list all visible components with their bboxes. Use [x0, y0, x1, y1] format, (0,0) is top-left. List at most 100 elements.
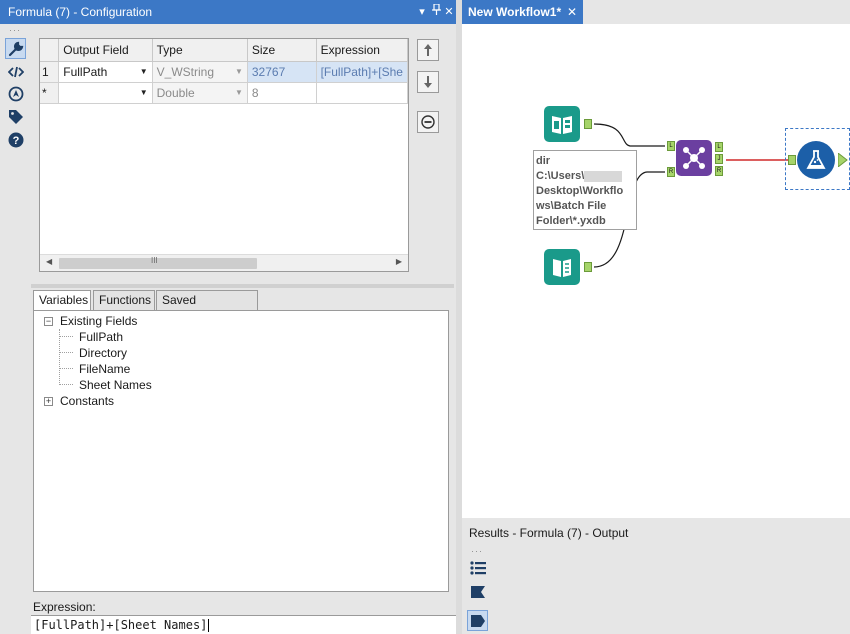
- table-row[interactable]: 1 FullPath ▼ V_WString ▼ 32767 [FullPath]+…: [40, 61, 408, 83]
- join-tool[interactable]: [676, 140, 712, 176]
- tab-variables[interactable]: Variables: [33, 290, 91, 311]
- tag-icon[interactable]: [5, 106, 26, 127]
- join-left-output-anchor[interactable]: L: [715, 142, 723, 152]
- xml-code-icon[interactable]: [5, 61, 26, 82]
- row-number-header: [40, 39, 60, 62]
- tree-item-filename[interactable]: FileName: [79, 361, 130, 377]
- scroll-left-icon[interactable]: ◀: [46, 257, 52, 266]
- join-right-input-anchor[interactable]: R: [667, 167, 675, 177]
- output-anchor[interactable]: [584, 262, 592, 272]
- type-cell[interactable]: Double ▼: [152, 82, 248, 104]
- tree-connector: [59, 329, 60, 385]
- formula-grid: Output Field Type Size Expression 1 Full…: [39, 38, 409, 272]
- formula-tool[interactable]: [797, 141, 835, 179]
- formula-table: Output Field Type Size Expression 1 Full…: [40, 39, 408, 104]
- annotation-line: dir: [536, 155, 551, 167]
- delete-row-button[interactable]: [417, 111, 439, 133]
- expression-cell[interactable]: [FullPath]+[She: [316, 61, 408, 83]
- tree-connector: [59, 384, 73, 385]
- chevron-down-icon[interactable]: ▼: [140, 67, 148, 76]
- variables-tree: − Existing Fields FullPath Directory Fil…: [33, 310, 449, 592]
- workflow-canvas[interactable]: L R L J R dir C:\Users\ Desktop\Workflo …: [462, 24, 850, 518]
- tree-item-sheet-names[interactable]: Sheet Names: [79, 377, 152, 393]
- scrollbar-thumb[interactable]: III: [59, 256, 257, 269]
- output-field-value: FullPath: [63, 64, 108, 79]
- close-icon[interactable]: ✕: [567, 0, 577, 24]
- workflow-tab-title: New Workflow1*: [468, 5, 562, 19]
- chevron-down-icon[interactable]: ▼: [140, 88, 148, 97]
- formula-input-anchor[interactable]: [788, 155, 796, 165]
- scroll-right-icon[interactable]: ▶: [396, 257, 402, 266]
- results-content: [492, 548, 850, 634]
- size-cell[interactable]: 8: [247, 82, 317, 104]
- tree-item-existing-fields[interactable]: Existing Fields: [60, 313, 137, 329]
- tree-item-directory[interactable]: Directory: [79, 345, 127, 361]
- pane-splitter[interactable]: [31, 284, 454, 288]
- configuration-titlebar: Formula (7) - Configuration ▾ ✕: [0, 0, 456, 24]
- tool-annotation[interactable]: dir C:\Users\ Desktop\Workflo ws\Batch F…: [533, 150, 637, 230]
- tree-connector: [59, 336, 73, 337]
- output-field-header[interactable]: Output Field: [58, 39, 153, 62]
- chevron-down-icon[interactable]: ▼: [235, 67, 243, 76]
- expression-label: Expression:: [33, 600, 96, 614]
- move-up-button[interactable]: [417, 39, 439, 61]
- arrow-up-icon: [424, 44, 432, 56]
- data-tag-icon[interactable]: [467, 610, 488, 631]
- size-cell[interactable]: 32767: [247, 61, 317, 83]
- tab-functions[interactable]: Functions: [93, 290, 155, 310]
- join-joined-output-anchor[interactable]: J: [715, 154, 723, 164]
- horizontal-scrollbar[interactable]: ◀ III ▶: [40, 254, 408, 271]
- formula-output-anchor[interactable]: [838, 153, 848, 167]
- tree-connector: [59, 368, 73, 369]
- tab-new-workflow[interactable]: New Workflow1* ✕: [462, 0, 583, 24]
- tree-connector: [59, 352, 73, 353]
- input-data-tool[interactable]: [544, 106, 580, 142]
- output-anchor[interactable]: [584, 119, 592, 129]
- type-cell[interactable]: V_WString ▼: [152, 61, 248, 83]
- expression-editor[interactable]: [FullPath]+[Sheet Names]: [31, 615, 456, 634]
- table-row[interactable]: * ▼ Double ▼ 8: [40, 82, 408, 104]
- output-field-cell[interactable]: FullPath ▼: [58, 61, 153, 83]
- message-flag-icon[interactable]: [467, 581, 488, 602]
- book-icon: [553, 259, 571, 277]
- chevron-down-icon[interactable]: ▼: [235, 88, 243, 97]
- row-number: 1: [40, 61, 60, 83]
- move-down-button[interactable]: [417, 71, 439, 93]
- annotation-line: Folder\*.yxdb: [536, 215, 606, 227]
- text-caret: [208, 619, 210, 632]
- toolbar-grip: ···: [9, 25, 21, 35]
- tree-item-fullpath[interactable]: FullPath: [79, 329, 123, 345]
- join-right-output-anchor[interactable]: R: [715, 166, 723, 176]
- tree-item-constants[interactable]: Constants: [60, 393, 114, 409]
- join-icon: [683, 147, 705, 169]
- tab-saved-expressions[interactable]: Saved Expressions: [156, 290, 258, 326]
- results-panel: Results - Formula (7) - Output ···: [462, 518, 850, 634]
- table-header-row: Output Field Type Size Expression: [40, 39, 408, 62]
- new-row-marker: *: [40, 82, 60, 104]
- annotation-line: Desktop\Workflo: [536, 185, 624, 197]
- close-icon[interactable]: ✕: [442, 0, 456, 24]
- navigate-icon[interactable]: [5, 83, 26, 104]
- expand-icon[interactable]: +: [44, 397, 53, 406]
- formula-grid-area: Output Field Type Size Expression 1 Full…: [31, 30, 454, 282]
- annotation-line: C:\Users\: [536, 169, 634, 184]
- input-data-tool[interactable]: [544, 249, 580, 285]
- connection-lines: [593, 123, 788, 268]
- expression-header[interactable]: Expression: [316, 39, 408, 62]
- collapse-icon[interactable]: −: [44, 317, 53, 326]
- expression-cell[interactable]: [316, 82, 408, 104]
- type-header[interactable]: Type: [152, 39, 248, 62]
- pin-icon[interactable]: [429, 0, 443, 24]
- book-icon: [552, 116, 572, 134]
- join-left-input-anchor[interactable]: L: [667, 141, 675, 151]
- output-field-cell[interactable]: ▼: [58, 82, 153, 104]
- wrench-icon[interactable]: [5, 38, 26, 59]
- redacted-text: [584, 170, 623, 182]
- help-icon[interactable]: ?: [5, 129, 26, 150]
- svg-text:?: ?: [12, 135, 19, 147]
- size-header[interactable]: Size: [247, 39, 317, 62]
- panel-menu-icon[interactable]: ▾: [415, 0, 429, 24]
- flask-icon: [806, 150, 826, 169]
- list-icon[interactable]: [467, 557, 488, 578]
- type-value: V_WString: [156, 64, 214, 79]
